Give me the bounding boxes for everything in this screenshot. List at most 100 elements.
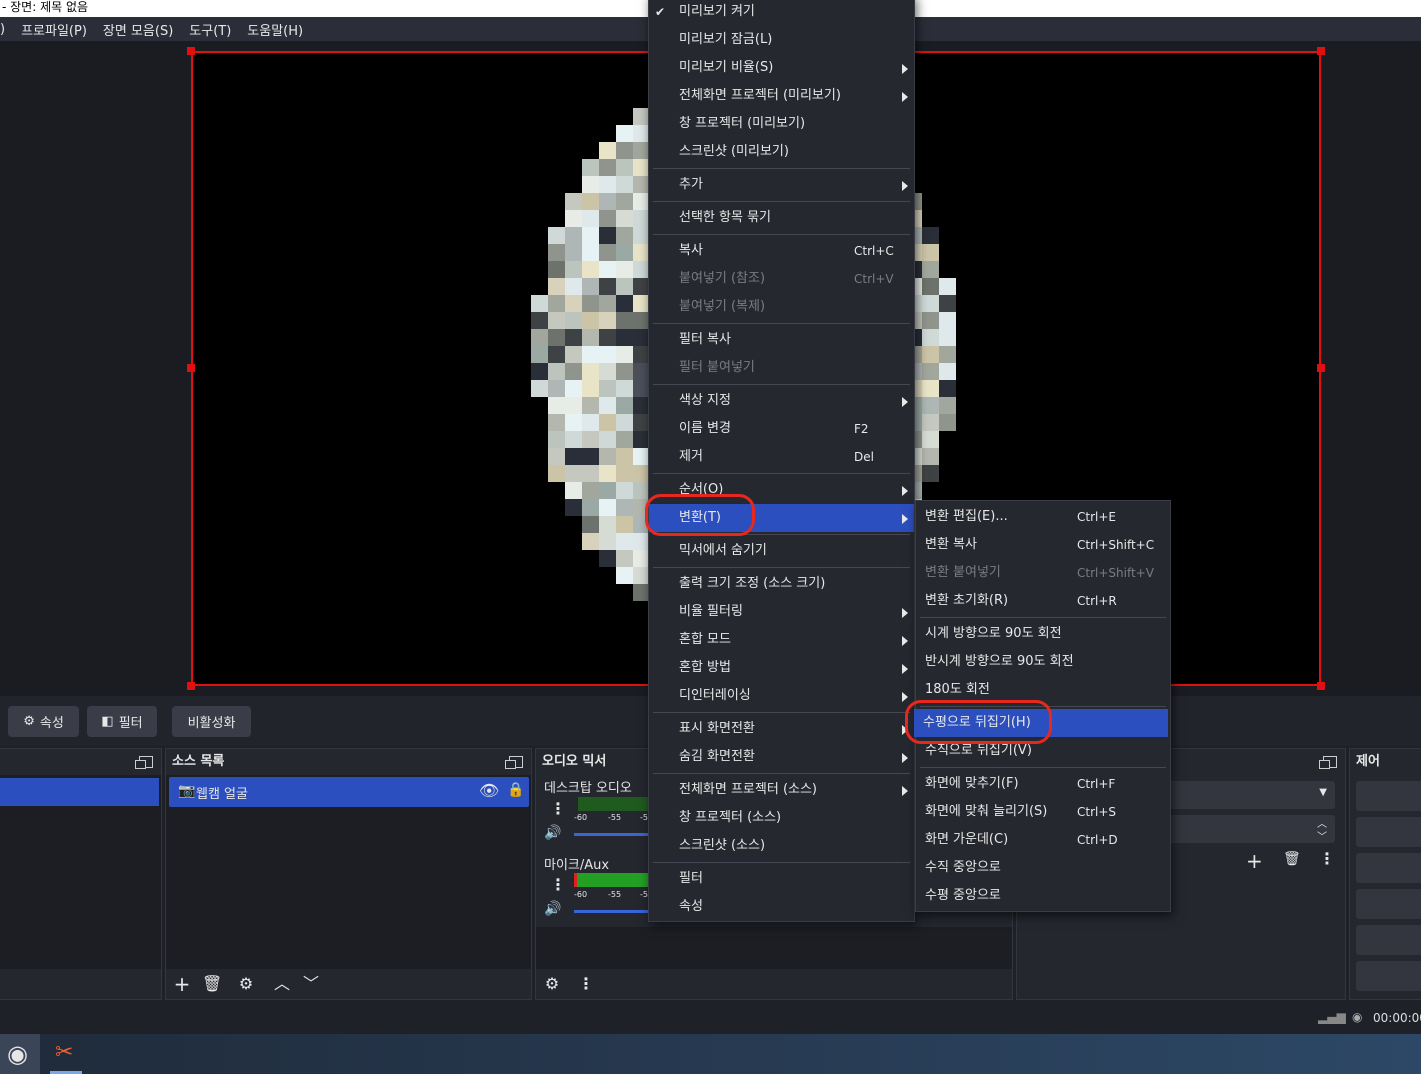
signal-icon: ▂▄▆ xyxy=(1318,1010,1346,1024)
context-menu-item[interactable]: 제거 Del xyxy=(649,443,914,471)
more-icon[interactable]: ⋮ xyxy=(1319,849,1335,868)
taskbar-app[interactable]: ✂ xyxy=(46,1034,86,1074)
float-icon[interactable] xyxy=(135,756,153,769)
context-menu-item: 붙여넣기 (복제) xyxy=(649,293,914,321)
lock-icon[interactable]: 🔒 xyxy=(507,782,524,798)
context-menu-item[interactable]: 출력 크기 조정 (소스 크기) xyxy=(649,570,914,598)
scenes-list xyxy=(0,775,161,969)
resize-handle-l[interactable] xyxy=(187,364,195,372)
properties-button[interactable]: ⚙ 속성 xyxy=(8,706,79,737)
transform-menu-item[interactable]: 화면 가운데(C) Ctrl+D xyxy=(916,826,1170,854)
menu-item-label: 스크린샷 (소스) xyxy=(679,838,766,853)
context-menu-item[interactable]: 표시 화면전환 xyxy=(649,715,914,743)
transform-menu-item[interactable]: 수직 중앙으로 xyxy=(916,854,1170,882)
context-menu-item[interactable]: 전체화면 프로젝터 (미리보기) xyxy=(649,82,914,110)
control-button[interactable] xyxy=(1356,925,1421,955)
float-icon[interactable] xyxy=(1319,756,1337,769)
more-icon[interactable]: ⋮ xyxy=(550,875,566,894)
context-menu-item[interactable]: ✔ 미리보기 켜기 xyxy=(649,0,914,26)
transform-menu-item: 변환 붙여넣기 Ctrl+Shift+V xyxy=(916,559,1170,587)
context-menu-item[interactable]: 미리보기 비율(S) xyxy=(649,54,914,82)
context-menu-item[interactable]: 필터 xyxy=(649,865,914,893)
volume-icon[interactable]: 🔊 xyxy=(544,901,561,917)
context-menu-item[interactable]: 디인터레이싱 xyxy=(649,682,914,710)
transform-menu-item[interactable]: 화면에 맞추기(F) Ctrl+F xyxy=(916,770,1170,798)
source-item-webcam[interactable]: 📷 웹캠 얼굴 👁 🔒 xyxy=(169,777,529,807)
desktop-volume-slider[interactable] xyxy=(574,833,649,836)
add-icon[interactable]: + xyxy=(172,974,192,994)
menu-item-label: 화면에 맞춰 늘리기(S) xyxy=(925,804,1048,819)
volume-icon[interactable]: 🔊 xyxy=(544,825,561,841)
taskbar-obs-app[interactable]: ◉ xyxy=(0,1034,40,1074)
trash-icon[interactable]: 🗑 xyxy=(202,974,222,994)
context-menu-item[interactable]: 색상 지정 xyxy=(649,387,914,415)
resize-handle-tr[interactable] xyxy=(1317,47,1325,55)
resize-handle-br[interactable] xyxy=(1317,682,1325,690)
context-menu-item[interactable]: 창 프로젝터 (미리보기) xyxy=(649,110,914,138)
submenu-arrow-icon xyxy=(902,692,908,702)
resize-handle-bl[interactable] xyxy=(187,682,195,690)
context-menu-item[interactable]: 비율 필터링 xyxy=(649,598,914,626)
control-button[interactable] xyxy=(1356,817,1421,847)
context-menu-item[interactable]: 혼합 모드 xyxy=(649,626,914,654)
context-menu-item[interactable]: 추가 xyxy=(649,171,914,199)
menu-item-profile[interactable]: 프로파일(P) xyxy=(21,20,87,39)
context-menu-item[interactable]: 선택한 항목 묶기 xyxy=(649,204,914,232)
context-menu-item[interactable]: 창 프로젝터 (소스) xyxy=(649,804,914,832)
trash-icon[interactable]: 🗑 xyxy=(1283,851,1301,867)
menu-item-label: 비율 필터링 xyxy=(679,604,743,619)
mic-volume-slider[interactable] xyxy=(574,910,649,913)
control-button[interactable] xyxy=(1356,781,1421,811)
menu-item-label: 복사 xyxy=(679,243,703,258)
context-menu-item[interactable]: 숨김 화면전환 xyxy=(649,743,914,771)
advanced-audio-gear-icon[interactable]: ⚙ xyxy=(542,974,562,994)
menu-item-label: 표시 화면전환 xyxy=(679,721,755,736)
eye-icon[interactable]: 👁 xyxy=(479,781,499,800)
menu-item-tools[interactable]: 도구(T) xyxy=(189,20,231,39)
meter-tick-label: -60 xyxy=(574,890,588,899)
control-button[interactable] xyxy=(1356,889,1421,919)
filters-button[interactable]: ◧ 필터 xyxy=(87,706,157,737)
controls-dock: 제어 xyxy=(1349,748,1421,1000)
context-menu-item[interactable]: 이름 변경 F2 xyxy=(649,415,914,443)
add-icon[interactable]: + xyxy=(1246,849,1263,873)
transform-menu-item[interactable]: 반시계 방향으로 90도 회전 xyxy=(916,648,1170,676)
control-button[interactable] xyxy=(1356,961,1421,991)
duration-spinbox[interactable]: ︿ ﹀ xyxy=(1167,815,1335,843)
menu-item-label: 제거 xyxy=(679,449,703,464)
menu-item-label: 전체화면 프로젝터 (소스) xyxy=(679,782,818,797)
scene-item-selected[interactable] xyxy=(0,778,159,806)
context-menu-item[interactable]: 혼합 방법 xyxy=(649,654,914,682)
transform-menu-item[interactable]: 화면에 맞춰 늘리기(S) Ctrl+S xyxy=(916,798,1170,826)
menu-item-scene-collection[interactable]: 장면 모음(S) xyxy=(103,20,173,39)
resize-handle-tl[interactable] xyxy=(187,47,195,55)
context-menu-item[interactable]: 믹서에서 숨기기 xyxy=(649,537,914,565)
control-button[interactable] xyxy=(1356,853,1421,883)
menu-item-partial[interactable]: ) xyxy=(0,22,5,37)
transform-menu-item[interactable]: 변환 복사 Ctrl+Shift+C xyxy=(916,531,1170,559)
chevron-down-icon[interactable]: ﹀ xyxy=(301,974,321,994)
context-menu-item[interactable]: 미리보기 잠금(L) xyxy=(649,26,914,54)
menu-item-help[interactable]: 도움말(H) xyxy=(247,20,303,39)
context-menu-item[interactable]: 속성 xyxy=(649,893,914,921)
context-menu-item[interactable]: 스크린샷 (미리보기) xyxy=(649,138,914,166)
transform-menu-item[interactable]: 시계 방향으로 90도 회전 xyxy=(916,620,1170,648)
float-icon[interactable] xyxy=(505,756,523,769)
more-icon[interactable]: ⋮ xyxy=(550,799,566,818)
transform-menu-item[interactable]: 변환 초기화(R) Ctrl+R xyxy=(916,587,1170,615)
context-menu-item[interactable]: 복사 Ctrl+C xyxy=(649,237,914,265)
context-menu-item[interactable]: 스크린샷 (소스) xyxy=(649,832,914,860)
more-icon[interactable]: ⋮ xyxy=(576,974,596,994)
menu-item-label: 시계 방향으로 90도 회전 xyxy=(925,626,1062,641)
transform-menu-item[interactable]: 변환 편집(E)... Ctrl+E xyxy=(916,503,1170,531)
resize-handle-r[interactable] xyxy=(1317,364,1325,372)
context-menu-item[interactable]: 전체화면 프로젝터 (소스) xyxy=(649,776,914,804)
transition-select[interactable]: ▼ xyxy=(1167,781,1335,809)
gear-icon[interactable]: ⚙ xyxy=(236,974,256,994)
chevron-down-icon[interactable]: ﹀ xyxy=(1317,828,1327,843)
gear-icon: ⚙ xyxy=(23,714,35,729)
transform-menu-item[interactable]: 수평 중앙으로 xyxy=(916,882,1170,910)
deactivate-button[interactable]: 비활성화 xyxy=(172,706,251,737)
context-menu-item[interactable]: 필터 복사 xyxy=(649,326,914,354)
chevron-up-icon[interactable]: ︿ xyxy=(272,974,292,994)
